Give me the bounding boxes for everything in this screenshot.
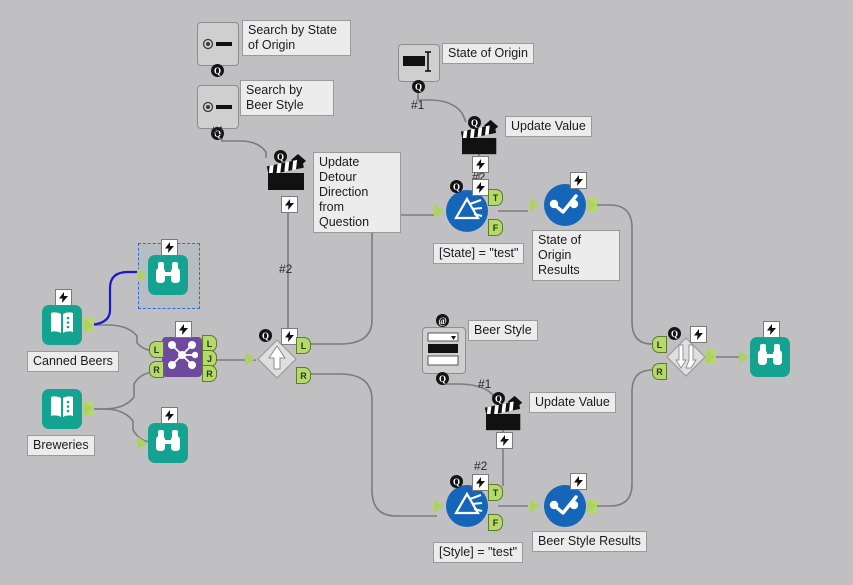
question-badge: Q [450,180,463,193]
config-bolt-icon [570,473,587,490]
conn-label-dropdown-style: #1 [478,377,492,391]
label-state-results: State of Origin Results [532,230,620,281]
browse-tool-state-results[interactable] [530,172,597,226]
input-port[interactable] [137,268,147,282]
question-badge: Q [450,475,463,488]
conn-label-text-state: #1 [411,98,425,112]
join-input-left[interactable]: L [149,341,164,358]
label-filter-style-expr: [Style] = "test" [433,542,524,563]
question-badge: Q [468,116,481,129]
output-port[interactable] [84,402,94,416]
output-port[interactable] [84,318,94,332]
label-canned-beers: Canned Beers [27,351,119,372]
conn-label-update-bottom: #2 [474,459,488,473]
output-port[interactable] [587,499,597,513]
input-port[interactable] [137,436,147,450]
config-bolt-icon [161,407,178,424]
filter-icon [451,489,483,524]
detour-end-icon [665,337,707,382]
join-icon [166,339,199,376]
text-input-tool-state[interactable]: Q [398,44,440,93]
detour-icon [256,339,298,384]
input-port[interactable] [739,350,749,364]
label-update-detour: Update Detour Direction from Question [313,152,401,233]
label-beer-style: Beer Style [468,320,538,341]
binoculars-icon [756,342,784,373]
label-search-by-state: Search by State of Origin [242,20,351,56]
join-output-right[interactable]: R [202,365,217,382]
input-data-breweries[interactable] [42,389,94,429]
workflow-canvas[interactable]: Q Search by State of Origin Q Search by … [0,0,853,585]
filter-output-true[interactable]: T [488,484,503,501]
label-breweries: Breweries [27,435,95,456]
browse-tool-style-results[interactable] [530,473,597,527]
config-bolt-icon [690,326,707,343]
at-badge: @ [436,314,449,327]
radio-button-tool-style[interactable]: Q [197,85,239,140]
dropdown-tool-style[interactable]: @ Q [422,314,466,385]
join-input-right[interactable]: R [149,361,164,378]
label-state-of-origin: State of Origin [442,43,534,64]
filter-input-port[interactable] [434,499,444,513]
detour-end-tool[interactable]: Q L R [652,326,716,383]
label-update-value-top: Update Value [505,116,592,137]
question-badge: Q [492,392,505,405]
question-badge: Q [211,64,224,77]
label-beer-style-results: Beer Style Results [532,531,647,552]
filter-input-port[interactable] [434,204,444,218]
question-badge: Q [436,372,449,385]
conn-label-detour-action: #2 [279,262,293,276]
config-bolt-icon [175,321,192,338]
binoculars-icon [154,260,182,291]
detour-start-tool[interactable]: Q L R [245,328,311,385]
check-browse-icon [548,191,582,220]
input-port[interactable] [530,198,540,212]
input-data-canned-beers[interactable] [42,289,94,345]
detour-input-port[interactable] [245,352,255,366]
filter-icon [451,194,483,229]
config-bolt-icon [55,289,72,306]
browse-tool-final[interactable] [739,321,790,377]
config-bolt-icon [763,321,780,338]
filter-output-true[interactable]: T [488,189,503,206]
config-bolt-icon [570,172,587,189]
config-bolt-icon [281,196,298,213]
output-port[interactable] [587,198,597,212]
conn-label-radio-style: #1 [211,124,225,138]
browse-tool-breweries[interactable] [137,407,188,463]
check-browse-icon [548,492,582,521]
detour-end-input-left[interactable]: L [652,336,667,353]
question-badge: Q [259,329,272,342]
question-badge: Q [412,80,425,93]
label-search-by-beer-style: Search by Beer Style [240,80,334,116]
config-bolt-icon [472,474,489,491]
filter-output-false[interactable]: F [488,219,503,236]
detour-output-right[interactable]: R [296,367,311,384]
detour-end-input-right[interactable]: R [652,363,667,380]
connection-wires [85,84,740,517]
action-tool-update-state[interactable]: Q [460,116,504,173]
book-icon [48,310,76,341]
browse-tool-canned[interactable] [137,239,188,295]
config-bolt-icon [161,239,178,256]
config-bolt-icon [472,179,489,196]
config-bolt-icon [496,432,513,449]
label-filter-state-expr: [State] = "test" [433,243,525,264]
filter-output-false[interactable]: F [488,514,503,531]
detour-output-left[interactable]: L [296,337,311,354]
book-icon [48,394,76,425]
action-tool-detour[interactable]: Q [266,150,312,213]
label-update-value-bottom: Update Value [529,392,616,413]
question-badge: Q [668,327,681,340]
action-tool-update-style[interactable]: Q [484,392,528,449]
filter-tool-style[interactable]: Q T F [434,474,503,531]
join-tool[interactable]: L R L J R [149,321,217,382]
input-port[interactable] [530,499,540,513]
radio-button-tool-state[interactable]: Q [197,22,239,77]
question-badge: Q [274,150,287,163]
filter-tool-state[interactable]: Q T F [434,179,503,236]
binoculars-icon [154,428,182,459]
detour-end-output-port[interactable] [706,350,716,364]
